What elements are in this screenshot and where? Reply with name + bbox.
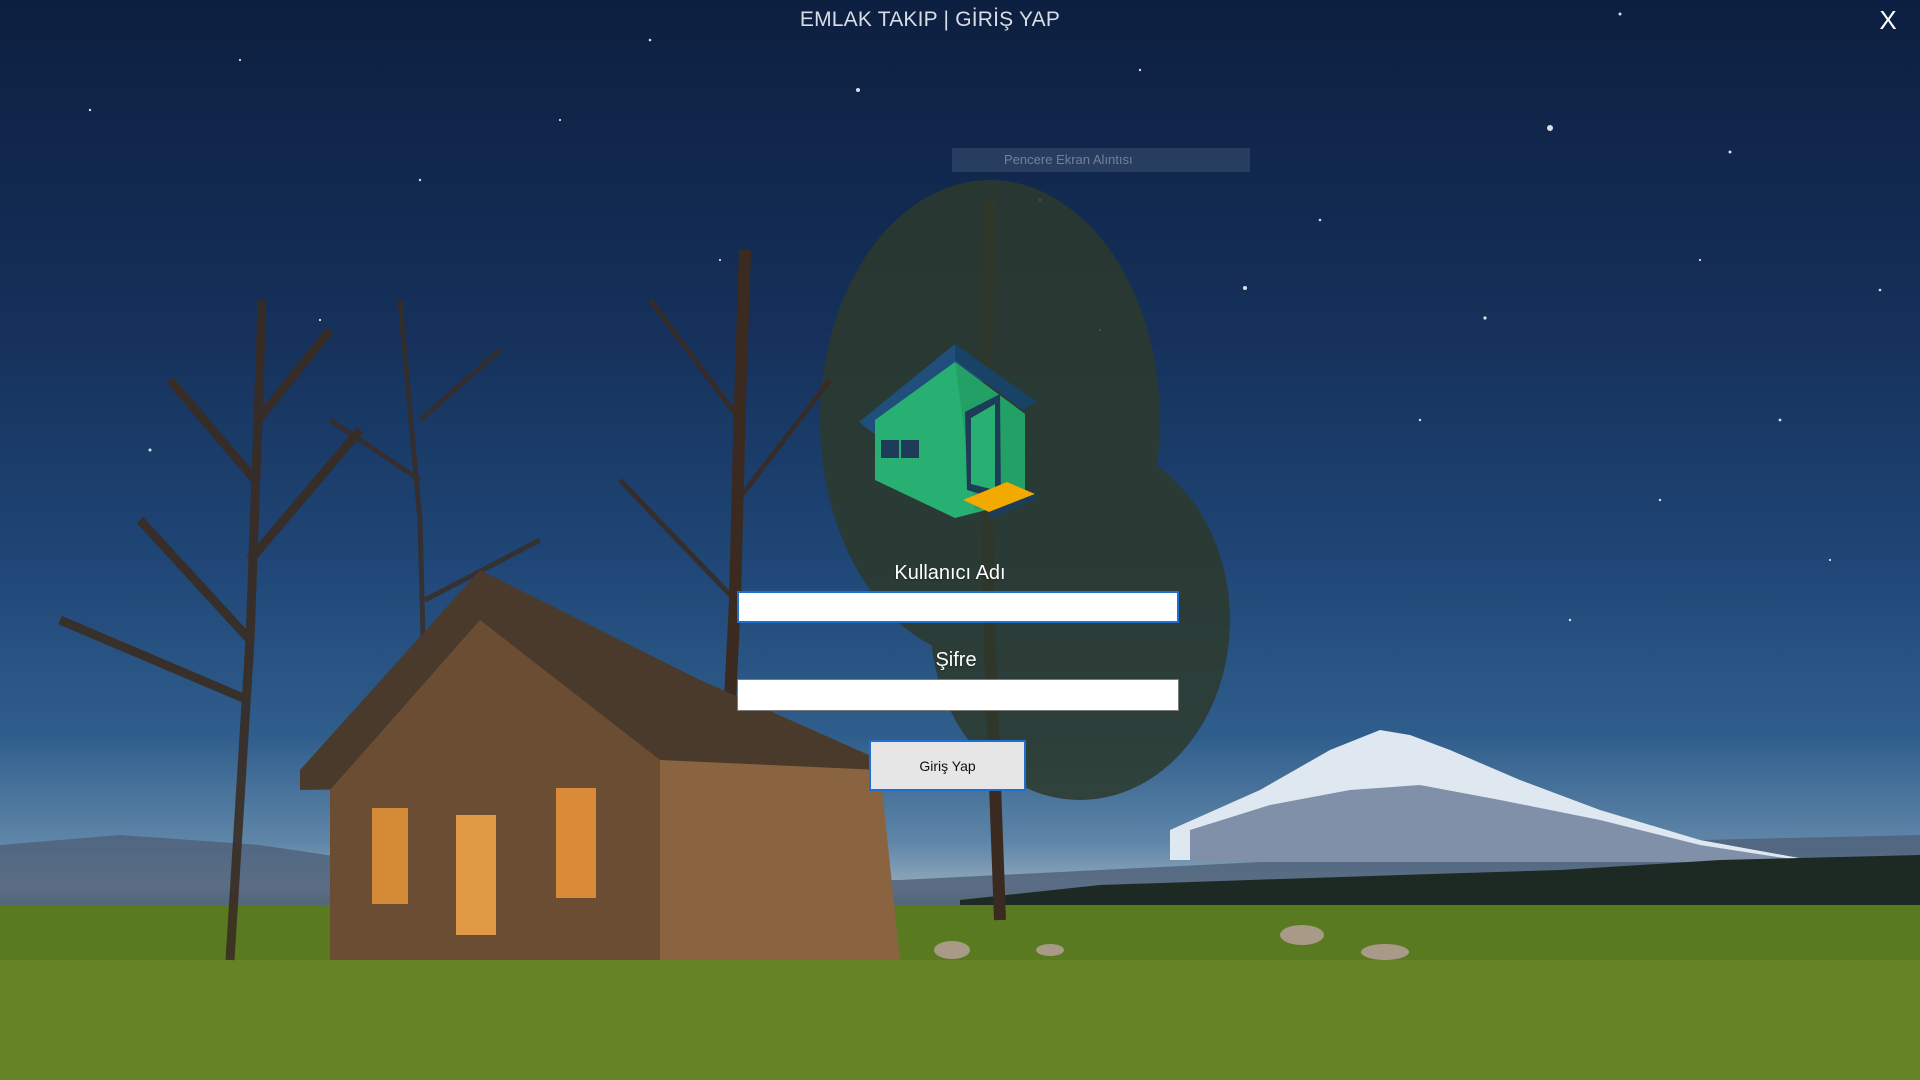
username-input[interactable]	[737, 591, 1179, 623]
username-label: Kullanıcı Adı	[894, 562, 1006, 584]
password-input[interactable]	[737, 679, 1179, 711]
close-button[interactable]: X	[1870, 2, 1906, 38]
close-icon: X	[1879, 5, 1897, 35]
window-title: EMLAK TAKIP | GİRİŞ YAP	[799, 8, 1061, 31]
login-window: EMLAK TAKIP | GİRİŞ YAP X Pencere Ekran …	[0, 0, 1920, 1080]
cabin	[300, 570, 900, 960]
login-button[interactable]: Giriş Yap	[869, 740, 1026, 791]
snip-overlay: Pencere Ekran Alıntısı	[952, 148, 1250, 172]
password-label: Şifre	[935, 649, 977, 671]
house-logo-icon	[859, 344, 1037, 520]
